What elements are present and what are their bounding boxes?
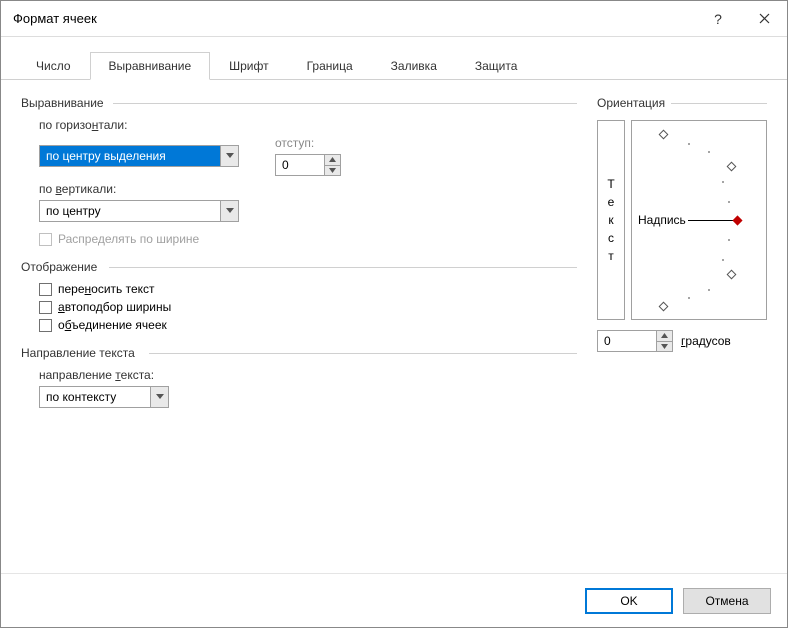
degrees-spinner[interactable]: 0 <box>597 330 673 352</box>
left-column: Выравнивание по горизонтали: по центру в… <box>21 96 577 563</box>
chevron-down-icon <box>150 387 168 407</box>
shrink-fit-checkbox[interactable]: автоподбор ширины <box>39 300 577 314</box>
close-button[interactable] <box>741 1 787 37</box>
chevron-down-icon <box>220 146 238 166</box>
alignment-group-label: Выравнивание <box>21 96 577 110</box>
indent-spinner[interactable]: 0 <box>275 154 341 176</box>
alignment-group: Выравнивание по горизонтали: по центру в… <box>21 96 577 246</box>
text-direction-combo[interactable]: по контексту <box>39 386 169 408</box>
tab-protection[interactable]: Защита <box>456 52 537 80</box>
wrap-text-checkbox[interactable]: переносить текст <box>39 282 577 296</box>
format-cells-dialog: Формат ячеек ? Число Выравнивание Шрифт … <box>0 0 788 628</box>
display-group-label: Отображение <box>21 260 577 274</box>
vertical-text-button[interactable]: Т е к с т <box>597 120 625 320</box>
merge-cells-checkbox[interactable]: объединение ячеек <box>39 318 577 332</box>
content-area: Выравнивание по горизонтали: по центру в… <box>1 80 787 573</box>
orientation-group-label: Ориентация <box>597 96 767 110</box>
chevron-down-icon <box>220 201 238 221</box>
ok-button[interactable]: OK <box>585 588 673 614</box>
distribute-checkbox: Распределять по ширине <box>39 232 577 246</box>
dialog-footer: OK Отмена <box>1 573 787 627</box>
titlebar: Формат ячеек ? <box>1 1 787 37</box>
text-direction-group: Направление текста направление текста: п… <box>21 346 577 408</box>
display-group: Отображение переносить текст автоподбор … <box>21 260 577 332</box>
text-direction-group-label: Направление текста <box>21 346 577 360</box>
tab-alignment[interactable]: Выравнивание <box>90 52 211 80</box>
degrees-label: градусов <box>681 334 731 348</box>
tab-border[interactable]: Граница <box>288 52 372 80</box>
tabstrip: Число Выравнивание Шрифт Граница Заливка… <box>1 37 787 80</box>
spinner-up-icon[interactable] <box>657 331 672 341</box>
spinner-up-icon[interactable] <box>325 155 340 165</box>
orientation-dial[interactable]: Надпись <box>631 120 767 320</box>
spinner-down-icon[interactable] <box>657 341 672 352</box>
orientation-group: Ориентация Т е к с т Надпись <box>597 96 767 563</box>
horizontal-label: по горизонтали: <box>39 118 577 132</box>
spinner-down-icon[interactable] <box>325 165 340 176</box>
help-button[interactable]: ? <box>695 1 741 37</box>
vertical-label: по вертикали: <box>39 182 577 196</box>
horizontal-combo[interactable]: по центру выделения <box>39 145 239 167</box>
indent-label: отступ: <box>275 136 341 150</box>
window-title: Формат ячеек <box>13 11 695 26</box>
cancel-button[interactable]: Отмена <box>683 588 771 614</box>
tab-fill[interactable]: Заливка <box>372 52 456 80</box>
vertical-combo[interactable]: по центру <box>39 200 239 222</box>
close-icon <box>759 13 770 24</box>
tab-font[interactable]: Шрифт <box>210 52 287 80</box>
tab-number[interactable]: Число <box>17 52 90 80</box>
text-direction-label: направление текста: <box>39 368 577 382</box>
